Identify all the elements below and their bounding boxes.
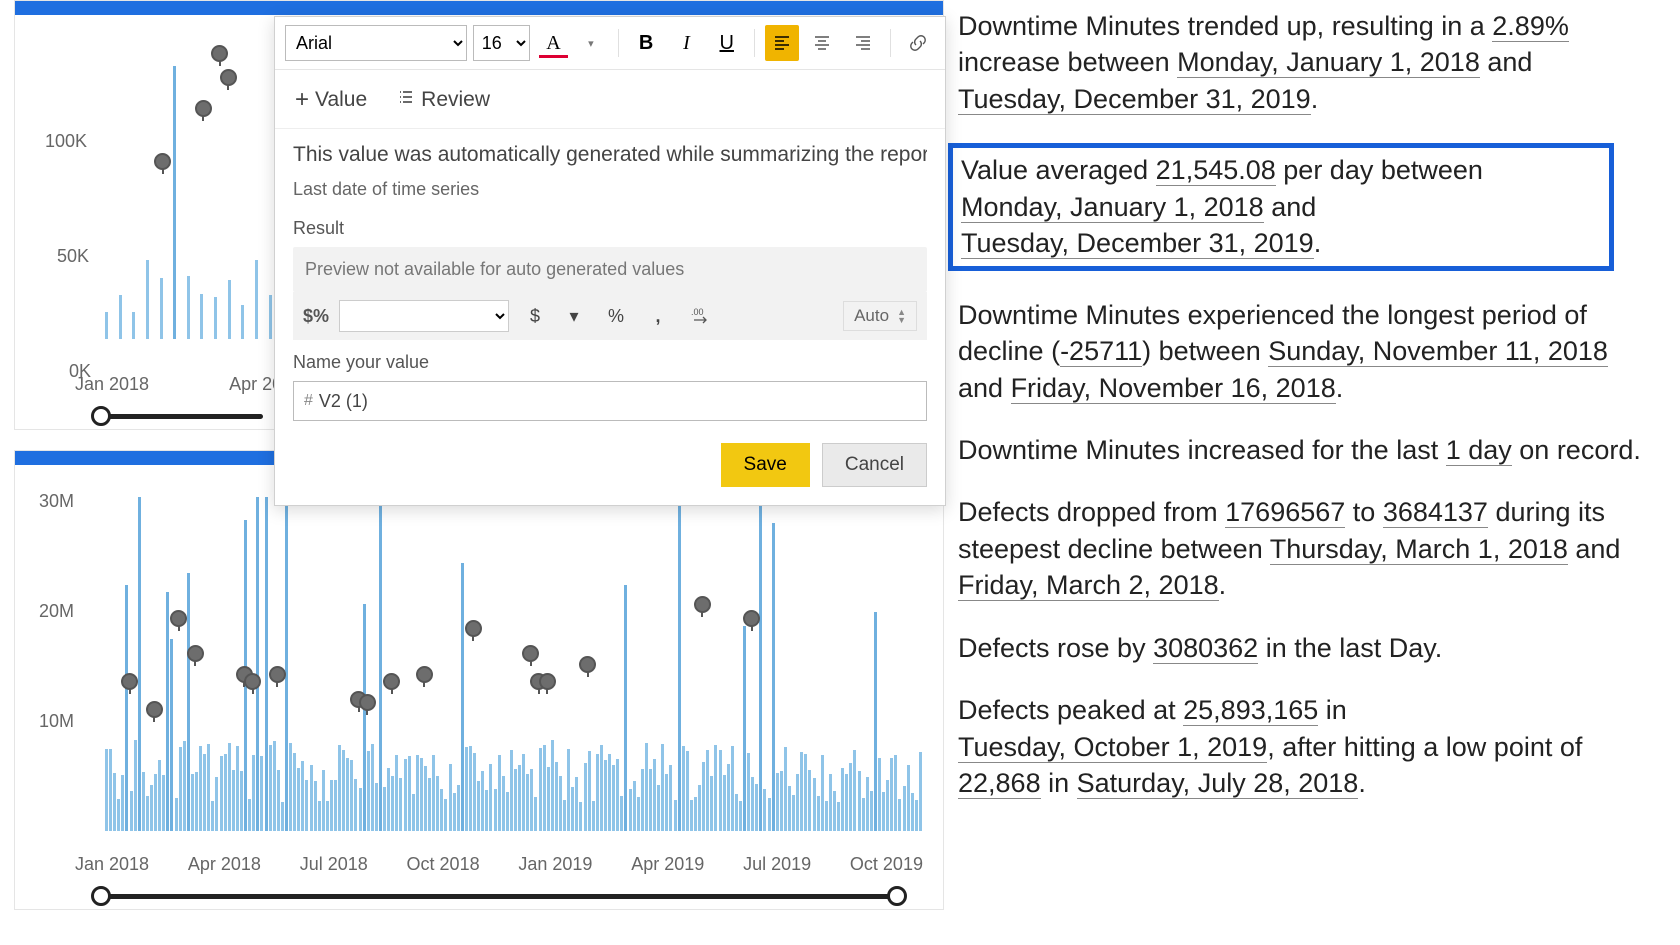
chart-plot-area (105, 479, 923, 831)
anomaly-marker[interactable] (383, 673, 400, 690)
y-tick: 20M (39, 601, 74, 622)
decimal-button[interactable]: .00 (684, 300, 716, 332)
anomaly-marker[interactable] (146, 701, 163, 718)
insight-defects-peak[interactable]: Defects peaked at 25,893,165 in Tuesday,… (958, 692, 1654, 801)
anomaly-marker[interactable] (743, 610, 760, 627)
slider-handle-left[interactable] (91, 406, 111, 426)
font-family-select[interactable]: Arial (285, 25, 467, 61)
x-tick: Jan 2018 (75, 854, 149, 875)
insight-trend[interactable]: Downtime Minutes trended up, resulting i… (958, 8, 1654, 117)
anomaly-marker[interactable] (522, 645, 539, 662)
value-name-input[interactable]: # V2 (1) (293, 381, 927, 421)
anomaly-marker[interactable] (220, 69, 237, 86)
result-preview: Preview not available for auto generated… (293, 247, 927, 292)
y-tick: 100K (45, 131, 87, 152)
anomaly-marker[interactable] (211, 45, 228, 62)
underline-button[interactable]: U (710, 25, 744, 61)
x-tick: Oct 2018 (407, 854, 480, 875)
percent-button[interactable]: % (600, 300, 632, 332)
save-button[interactable]: Save (721, 443, 810, 487)
anomaly-marker[interactable] (170, 610, 187, 627)
dialog-tabs: + Value Review (275, 70, 945, 129)
align-left-button[interactable] (765, 25, 799, 61)
text-format-toolbar: Arial 16 A ▾ B I U (275, 17, 945, 70)
anomaly-marker[interactable] (195, 100, 212, 117)
anomaly-marker[interactable] (465, 620, 482, 637)
tab-value[interactable]: + Value (289, 78, 373, 128)
dialog-description: This value was automatically generated w… (293, 143, 927, 167)
anomaly-marker[interactable] (359, 694, 376, 711)
list-icon (397, 88, 415, 112)
anomaly-marker[interactable] (579, 656, 596, 673)
anomaly-marker[interactable] (269, 666, 286, 683)
x-tick: Oct 2019 (850, 854, 923, 875)
dialog-subtitle: Last date of time series (293, 179, 927, 200)
align-right-button[interactable] (845, 25, 879, 61)
thousands-button[interactable]: , (642, 300, 674, 332)
insight-defects-drop[interactable]: Defects dropped from 17696567 to 3684137… (958, 494, 1654, 603)
x-tick: Apr 2018 (188, 854, 261, 875)
name-label: Name your value (293, 352, 927, 373)
font-size-select[interactable]: 16 (473, 25, 531, 61)
insight-defects-rose[interactable]: Defects rose by 3080362 in the last Day. (958, 630, 1654, 666)
range-slider[interactable] (95, 414, 263, 419)
anomaly-marker[interactable] (416, 666, 433, 683)
tab-review[interactable]: Review (391, 78, 496, 128)
format-toolbar: $% $ ▾ % , .00 Auto ▲▼ (293, 292, 927, 340)
currency-button[interactable]: $ (519, 300, 551, 332)
insight-increase[interactable]: Downtime Minutes increased for the last … (958, 432, 1654, 468)
format-select[interactable] (339, 300, 509, 332)
format-spec-icon: $% (303, 306, 329, 327)
x-tick: Apr 2019 (631, 854, 704, 875)
anomaly-marker[interactable] (187, 645, 204, 662)
anomaly-marker[interactable] (694, 596, 711, 613)
value-editor-dialog: Arial 16 A ▾ B I U + (274, 16, 946, 506)
y-tick: 50K (57, 246, 89, 267)
chart-defects[interactable]: 30M 20M 10M Jan 2018 Apr 2018 Jul 2018 O… (14, 450, 944, 910)
font-color-chevron-icon[interactable]: ▾ (574, 25, 608, 61)
y-tick: 10M (39, 711, 74, 732)
auto-decimals[interactable]: Auto ▲▼ (843, 301, 917, 331)
align-center-button[interactable] (805, 25, 839, 61)
slider-handle-left[interactable] (91, 886, 111, 906)
link-button[interactable] (901, 25, 935, 61)
slider-handle-right[interactable] (887, 886, 907, 906)
anomaly-marker[interactable] (154, 153, 171, 170)
range-slider[interactable] (95, 894, 903, 899)
insight-average-selected[interactable]: Value averaged 21,545.08 per day between… (948, 143, 1614, 270)
font-color-button[interactable]: A (536, 25, 570, 61)
hash-icon: # (304, 392, 313, 410)
svg-text:.00: .00 (691, 307, 704, 317)
anomaly-marker[interactable] (539, 673, 556, 690)
x-tick: Jul 2019 (743, 854, 811, 875)
italic-button[interactable]: I (669, 25, 703, 61)
x-tick: Jan 2019 (518, 854, 592, 875)
y-tick: 30M (39, 491, 74, 512)
plus-icon: + (295, 86, 309, 114)
x-tick: Jan 2018 (75, 374, 149, 395)
chart-header-bar (15, 1, 943, 15)
x-tick: Jul 2018 (300, 854, 368, 875)
currency-chevron-icon[interactable]: ▾ (558, 300, 590, 332)
result-label: Result (293, 218, 927, 239)
insights-panel: Downtime Minutes trended up, resulting i… (946, 0, 1666, 945)
cancel-button[interactable]: Cancel (822, 443, 927, 487)
anomaly-marker[interactable] (121, 673, 138, 690)
bold-button[interactable]: B (629, 25, 663, 61)
spinner-icon[interactable]: ▲▼ (897, 308, 906, 324)
insight-decline[interactable]: Downtime Minutes experienced the longest… (958, 297, 1654, 406)
